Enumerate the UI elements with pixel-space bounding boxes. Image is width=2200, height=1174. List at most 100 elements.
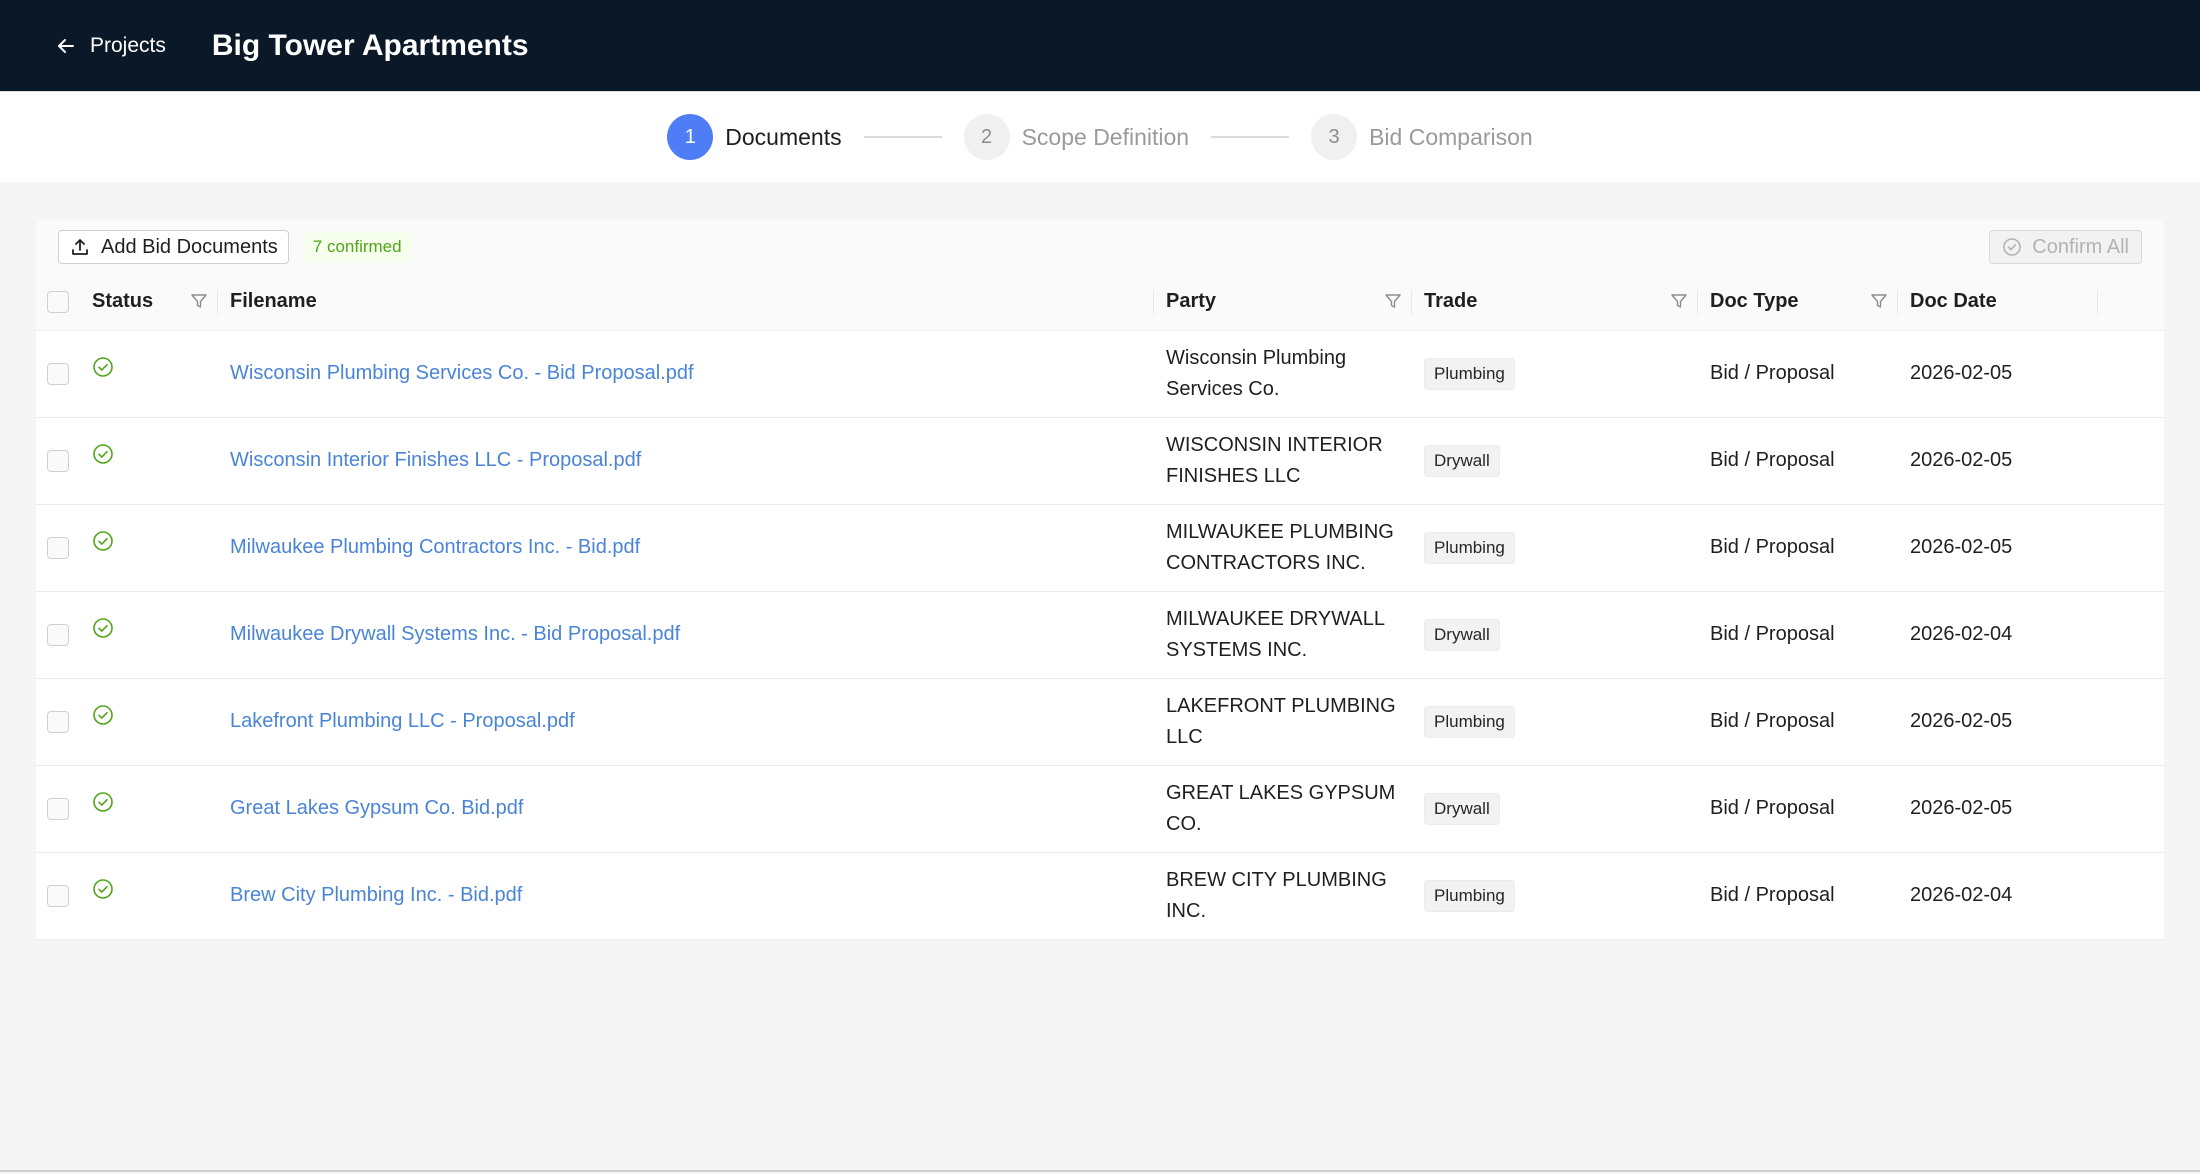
step-label: Documents bbox=[725, 123, 842, 150]
party-cell: BREW CITY PLUMBING INC. bbox=[1154, 852, 1412, 940]
step-bid-comparison[interactable]: 3 Bid Comparison bbox=[1311, 114, 1533, 160]
check-circle-icon bbox=[93, 356, 113, 377]
status-cell bbox=[80, 678, 218, 766]
row-checkbox[interactable] bbox=[47, 362, 69, 385]
filename-link[interactable]: Great Lakes Gypsum Co. Bid.pdf bbox=[230, 797, 523, 819]
party-cell: MILWAUKEE DRYWALL SYSTEMS INC. bbox=[1154, 591, 1412, 679]
row-actions-cell bbox=[2098, 765, 2164, 853]
filename-cell: Brew City Plumbing Inc. - Bid.pdf bbox=[218, 852, 1154, 940]
filename-link[interactable]: Wisconsin Plumbing Services Co. - Bid Pr… bbox=[230, 362, 694, 384]
step-documents[interactable]: 1 Documents bbox=[667, 114, 842, 160]
filename-cell: Milwaukee Plumbing Contractors Inc. - Bi… bbox=[218, 504, 1154, 592]
filter-icon[interactable] bbox=[1384, 292, 1402, 310]
step-number: 1 bbox=[667, 114, 714, 160]
documents-table: Status Filename Party Trade Doc Type Doc… bbox=[36, 274, 2164, 940]
check-circle-icon bbox=[93, 443, 113, 464]
step-scope-definition[interactable]: 2 Scope Definition bbox=[963, 114, 1190, 160]
status-cell bbox=[80, 417, 218, 505]
check-circle-icon bbox=[93, 617, 113, 638]
filter-icon[interactable] bbox=[1670, 292, 1688, 310]
select-all-checkbox[interactable] bbox=[47, 290, 69, 313]
check-circle-icon bbox=[93, 878, 113, 899]
party-name: LAKEFRONT PLUMBING LLC bbox=[1166, 694, 1396, 748]
row-select-cell bbox=[36, 417, 80, 505]
step-label: Bid Comparison bbox=[1369, 123, 1533, 150]
trade-tag: Drywall bbox=[1424, 444, 1500, 477]
party-name: WISCONSIN INTERIOR FINISHES LLC bbox=[1166, 433, 1383, 487]
doc-date-value: 2026-02-05 bbox=[1910, 362, 2013, 384]
row-checkbox[interactable] bbox=[47, 797, 69, 820]
trade-tag: Plumbing bbox=[1424, 705, 1515, 738]
row-actions-cell bbox=[2098, 591, 2164, 679]
status-cell bbox=[80, 591, 218, 679]
doc-type-value: Bid / Proposal bbox=[1710, 710, 1835, 732]
trade-tag: Plumbing bbox=[1424, 357, 1515, 390]
filename-link[interactable]: Wisconsin Interior Finishes LLC - Propos… bbox=[230, 449, 641, 471]
row-checkbox[interactable] bbox=[47, 623, 69, 646]
status-cell bbox=[80, 330, 218, 418]
filename-link[interactable]: Milwaukee Drywall Systems Inc. - Bid Pro… bbox=[230, 623, 680, 645]
filename-link[interactable]: Lakefront Plumbing LLC - Proposal.pdf bbox=[230, 710, 575, 732]
status-cell bbox=[80, 765, 218, 853]
select-all-cell bbox=[36, 274, 80, 331]
doc-date-value: 2026-02-04 bbox=[1910, 623, 2013, 645]
trade-cell: Plumbing bbox=[1412, 330, 1698, 418]
doc-date-cell: 2026-02-05 bbox=[1898, 678, 2098, 766]
status-cell bbox=[80, 504, 218, 592]
table-header-row: Status Filename Party Trade Doc Type Doc… bbox=[36, 274, 2164, 331]
doc-type-cell: Bid / Proposal bbox=[1698, 417, 1898, 505]
filename-link[interactable]: Milwaukee Plumbing Contractors Inc. - Bi… bbox=[230, 536, 640, 558]
party-name: GREAT LAKES GYPSUM CO. bbox=[1166, 781, 1396, 835]
filter-icon[interactable] bbox=[1870, 292, 1888, 310]
row-actions-cell bbox=[2098, 330, 2164, 418]
row-checkbox[interactable] bbox=[47, 449, 69, 472]
check-circle-icon bbox=[93, 530, 113, 551]
header-party: Party bbox=[1154, 274, 1412, 331]
doc-date-value: 2026-02-05 bbox=[1910, 710, 2013, 732]
doc-date-value: 2026-02-05 bbox=[1910, 449, 2013, 471]
doc-type-cell: Bid / Proposal bbox=[1698, 591, 1898, 679]
step-connector bbox=[1211, 136, 1290, 138]
bottom-border bbox=[0, 1170, 2200, 1172]
doc-date-cell: 2026-02-05 bbox=[1898, 504, 2098, 592]
row-checkbox[interactable] bbox=[47, 884, 69, 907]
check-circle-icon bbox=[93, 704, 113, 725]
row-checkbox[interactable] bbox=[47, 536, 69, 559]
back-to-projects-link[interactable]: Projects bbox=[56, 34, 166, 58]
table-row: Great Lakes Gypsum Co. Bid.pdf GREAT LAKE… bbox=[36, 765, 2164, 853]
confirm-all-button[interactable]: Confirm All bbox=[1989, 230, 2142, 264]
doc-date-cell: 2026-02-04 bbox=[1898, 591, 2098, 679]
add-bid-documents-button[interactable]: Add Bid Documents bbox=[58, 230, 289, 264]
party-cell: GREAT LAKES GYPSUM CO. bbox=[1154, 765, 1412, 853]
table-row: Lakefront Plumbing LLC - Proposal.pdf LAK… bbox=[36, 678, 2164, 766]
header-label: Status bbox=[92, 290, 154, 313]
doc-type-value: Bid / Proposal bbox=[1710, 797, 1835, 819]
doc-date-value: 2026-02-05 bbox=[1910, 797, 2013, 819]
row-checkbox[interactable] bbox=[47, 710, 69, 733]
row-select-cell bbox=[36, 765, 80, 853]
row-select-cell bbox=[36, 591, 80, 679]
row-select-cell bbox=[36, 678, 80, 766]
header-trade: Trade bbox=[1412, 274, 1698, 331]
header-status: Status bbox=[80, 274, 218, 331]
doc-date-value: 2026-02-05 bbox=[1910, 536, 2013, 558]
doc-type-value: Bid / Proposal bbox=[1710, 623, 1835, 645]
party-name: Wisconsin Plumbing Services Co. bbox=[1166, 346, 1347, 400]
step-number: 3 bbox=[1311, 114, 1358, 160]
row-select-cell bbox=[36, 852, 80, 940]
filter-icon[interactable] bbox=[190, 292, 208, 310]
header-actions bbox=[2098, 274, 2164, 331]
filename-link[interactable]: Brew City Plumbing Inc. - Bid.pdf bbox=[230, 884, 522, 906]
filename-cell: Great Lakes Gypsum Co. Bid.pdf bbox=[218, 765, 1154, 853]
header-label: Doc Type bbox=[1710, 290, 1799, 313]
doc-type-value: Bid / Proposal bbox=[1710, 536, 1835, 558]
filename-cell: Milwaukee Drywall Systems Inc. - Bid Pro… bbox=[218, 591, 1154, 679]
doc-date-value: 2026-02-04 bbox=[1910, 884, 2013, 906]
filename-cell: Wisconsin Interior Finishes LLC - Propos… bbox=[218, 417, 1154, 505]
upload-icon bbox=[72, 239, 88, 255]
doc-type-cell: Bid / Proposal bbox=[1698, 852, 1898, 940]
row-actions-cell bbox=[2098, 417, 2164, 505]
row-actions-cell bbox=[2098, 504, 2164, 592]
table-row: Milwaukee Plumbing Contractors Inc. - Bi… bbox=[36, 504, 2164, 592]
step-label: Scope Definition bbox=[1021, 123, 1190, 150]
